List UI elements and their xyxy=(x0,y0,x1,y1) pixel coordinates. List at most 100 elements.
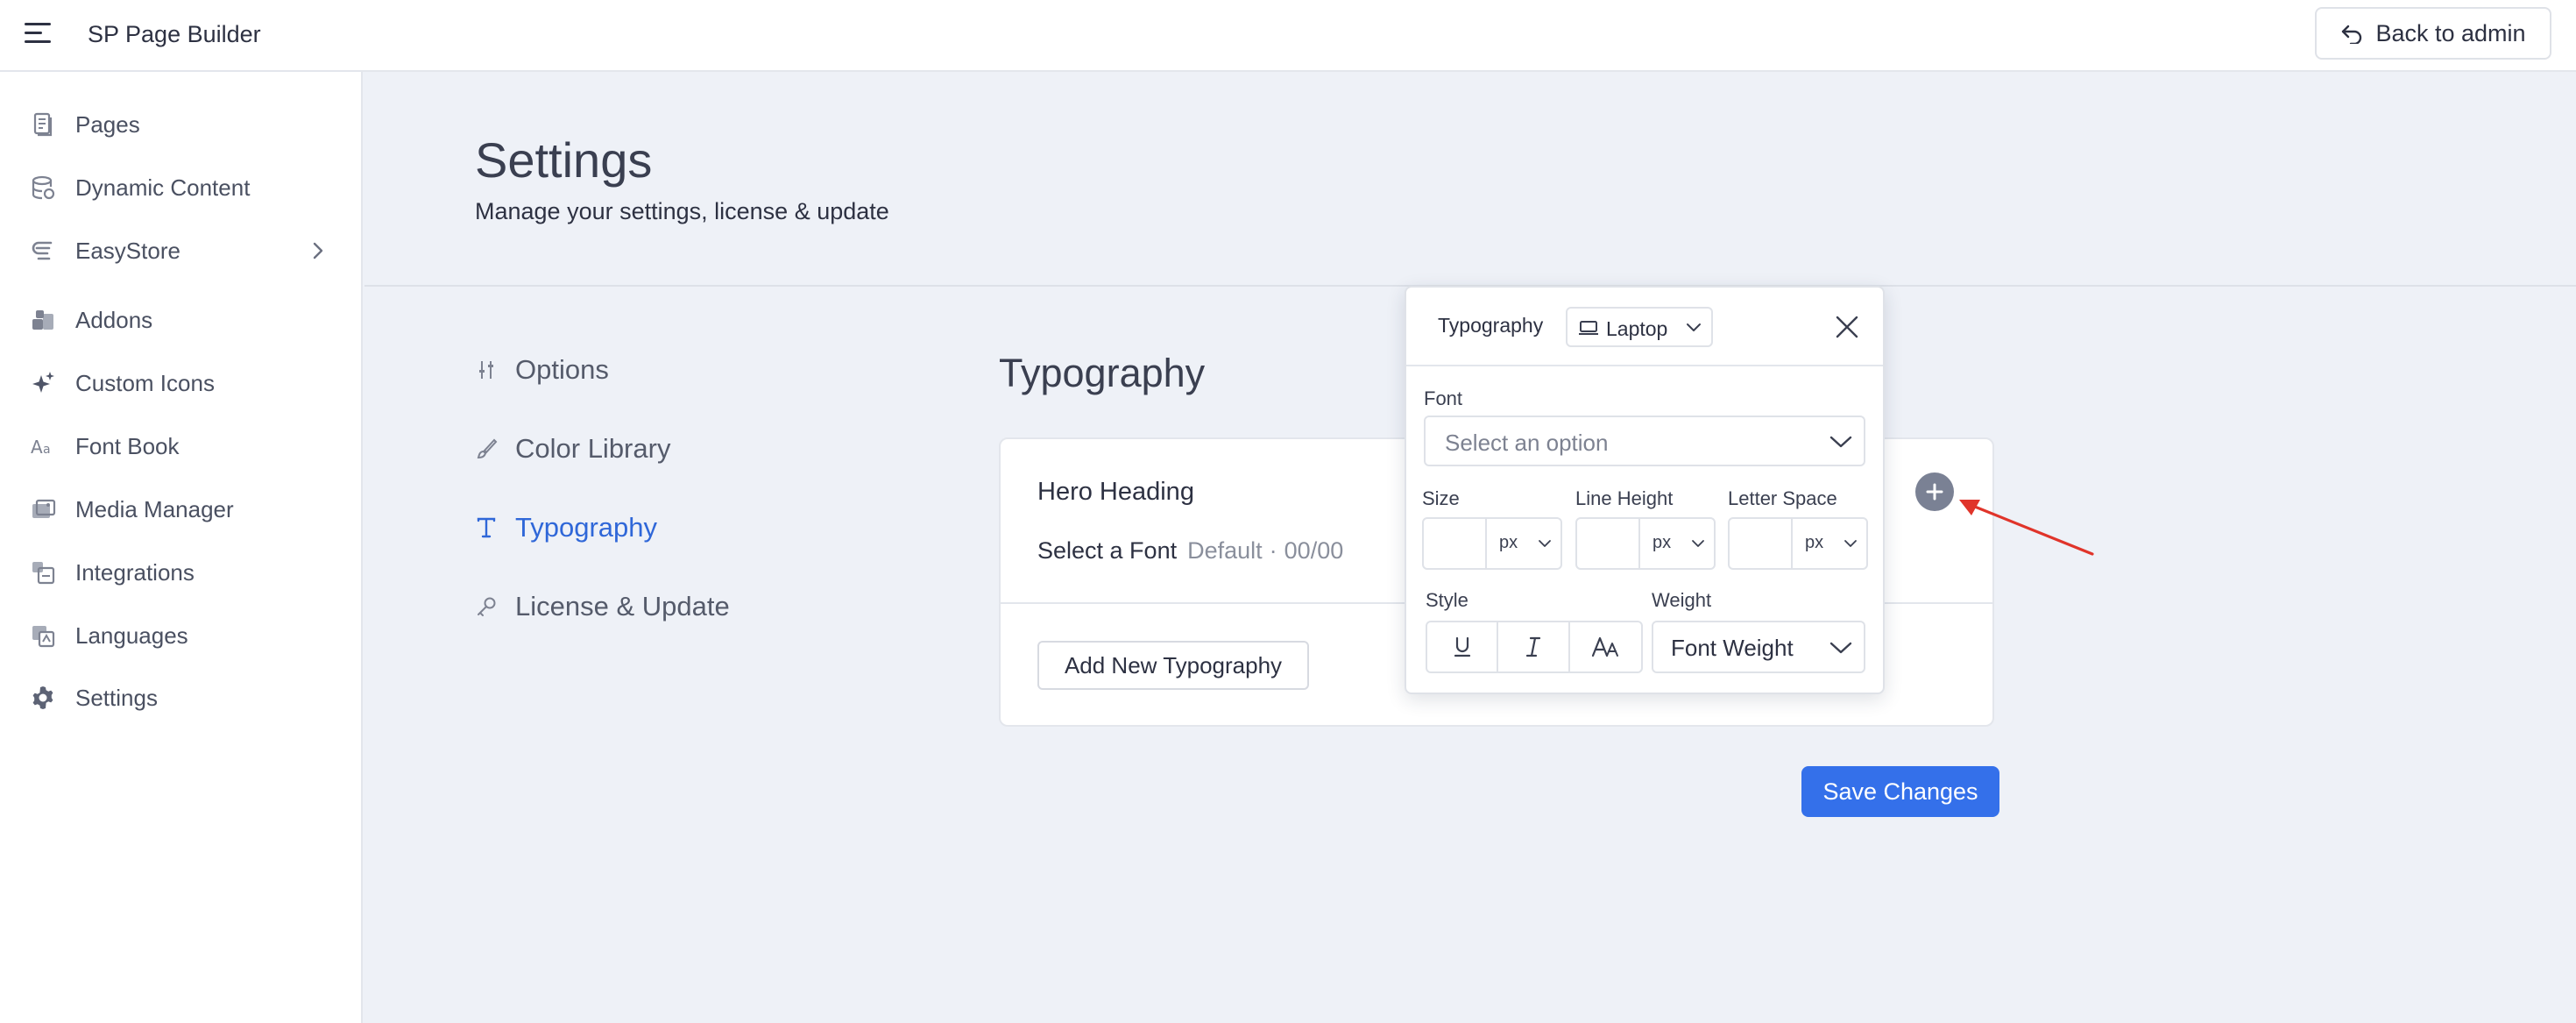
font-select[interactable]: Select an option xyxy=(1424,416,1865,466)
sidebar-item-custom-icons[interactable]: Custom Icons xyxy=(0,357,363,409)
chevron-down-icon xyxy=(1844,540,1857,547)
font-weight-select[interactable]: Font Weight xyxy=(1652,621,1865,673)
sidebar-item-label: Languages xyxy=(75,622,188,649)
add-typography-plus-button[interactable] xyxy=(1915,472,1954,511)
typography-entry-name: Hero Heading xyxy=(1037,478,1194,506)
sidebar-item-addons[interactable]: Addons xyxy=(0,294,363,346)
sidebar-item-integrations[interactable]: Integrations xyxy=(0,546,363,599)
sidebar-item-dynamic-content[interactable]: Dynamic Content xyxy=(0,161,363,214)
size-unit[interactable]: px xyxy=(1499,533,1518,553)
font-select-placeholder: Select an option xyxy=(1445,430,1609,456)
brush-icon xyxy=(477,438,498,459)
sidebar-item-media-manager[interactable]: Media Manager xyxy=(0,483,363,536)
sidebar-item-label: Settings xyxy=(75,684,158,711)
device-select[interactable]: Laptop xyxy=(1566,307,1713,347)
letter-space-label: Letter Space xyxy=(1728,487,1837,509)
settings-nav-label: Options xyxy=(515,354,609,385)
font-weight-value: Font Weight xyxy=(1671,635,1794,661)
underline-button[interactable] xyxy=(1427,622,1499,671)
line-height-unit[interactable]: px xyxy=(1652,533,1671,553)
style-button-group xyxy=(1426,621,1643,673)
line-height-input[interactable] xyxy=(1577,519,1640,568)
settings-nav-label: Typography xyxy=(515,512,657,543)
easystore-icon xyxy=(32,241,53,260)
separator-dot: · xyxy=(1269,537,1277,564)
integrations-icon xyxy=(32,562,55,585)
weight-label: Weight xyxy=(1652,589,1712,611)
chevron-down-icon xyxy=(1539,540,1551,547)
settings-nav-options[interactable]: Options xyxy=(475,348,609,392)
svg-text:a: a xyxy=(43,443,51,457)
style-label: Style xyxy=(1426,589,1468,611)
chevron-down-icon xyxy=(1829,436,1852,448)
font-select-label: Select a Font xyxy=(1037,537,1178,564)
database-icon xyxy=(32,175,55,200)
key-icon xyxy=(478,597,496,616)
typography-entry-font[interactable]: Select a Font Default · 00/00 xyxy=(1037,537,1343,565)
menu-icon[interactable] xyxy=(25,21,51,46)
letter-space-input-group: px xyxy=(1728,517,1868,570)
typography-icon xyxy=(477,517,496,538)
gear-icon xyxy=(32,686,53,709)
italic-button[interactable] xyxy=(1498,622,1570,671)
popover-divider xyxy=(1406,365,1883,366)
size-label: Size xyxy=(1422,487,1460,509)
letter-space-unit[interactable]: px xyxy=(1805,533,1823,553)
page-subtitle: Manage your settings, license & update xyxy=(475,198,889,224)
back-to-admin-button[interactable]: Back to admin xyxy=(2315,7,2551,60)
chevron-right-icon xyxy=(313,242,323,259)
settings-nav-license-update[interactable]: License & Update xyxy=(475,585,730,629)
settings-nav-label: Color Library xyxy=(515,433,671,464)
size-input-group: px xyxy=(1422,517,1562,570)
sparkle-icon xyxy=(32,372,54,393)
sidebar-item-label: Font Book xyxy=(75,432,180,459)
back-to-admin-label: Back to admin xyxy=(2375,19,2526,46)
sidebar-item-label: Custom Icons xyxy=(75,369,215,396)
settings-nav-label: License & Update xyxy=(515,591,730,622)
text-transform-button[interactable] xyxy=(1570,622,1641,671)
close-icon[interactable] xyxy=(1834,314,1860,340)
sidebar-item-label: Dynamic Content xyxy=(75,174,251,201)
media-icon xyxy=(32,499,56,518)
underline-icon xyxy=(1454,636,1470,657)
chevron-down-icon xyxy=(1687,323,1701,331)
popover-title: Typography xyxy=(1438,314,1544,337)
sidebar-item-settings[interactable]: Settings xyxy=(0,671,363,724)
laptop-icon xyxy=(1579,321,1598,335)
sidebar-item-pages[interactable]: Pages xyxy=(0,98,363,151)
back-arrow-icon xyxy=(2342,25,2362,44)
sidebar-item-label: EasyStore xyxy=(75,237,180,264)
sidebar-item-languages[interactable]: Languages xyxy=(0,609,363,662)
typography-section-title: Typography xyxy=(999,351,1206,395)
sidebar-item-label: Media Manager xyxy=(75,495,234,522)
font-icon: A a xyxy=(31,437,51,458)
add-new-typography-button[interactable]: Add New Typography xyxy=(1037,641,1309,690)
sidebar: Pages Dynamic Content EasyStore Addons C… xyxy=(0,72,363,1023)
settings-nav-color-library[interactable]: Color Library xyxy=(475,427,670,471)
letter-space-input[interactable] xyxy=(1730,519,1793,568)
sidebar-item-easystore[interactable]: EasyStore xyxy=(0,224,363,277)
device-select-value: Laptop xyxy=(1606,317,1668,340)
chevron-down-icon xyxy=(1692,540,1704,547)
sidebar-item-font-book[interactable]: A a Font Book xyxy=(0,420,363,472)
sliders-icon xyxy=(479,361,493,379)
typography-popover: Typography Laptop Font Select an option … xyxy=(1405,286,1885,694)
save-changes-button[interactable]: Save Changes xyxy=(1801,766,1999,817)
font-size-info: 00/00 xyxy=(1284,537,1344,564)
languages-icon xyxy=(32,626,55,648)
italic-icon xyxy=(1525,636,1541,657)
addons-icon xyxy=(32,310,53,330)
sidebar-item-label: Addons xyxy=(75,306,153,333)
chevron-down-icon xyxy=(1829,642,1852,654)
size-input[interactable] xyxy=(1424,519,1487,568)
page-title: Settings xyxy=(475,132,653,188)
line-height-input-group: px xyxy=(1575,517,1716,570)
annotation-arrow xyxy=(1959,500,2094,556)
svg-text:A: A xyxy=(31,437,43,458)
app-brand: SP Page Builder xyxy=(88,21,261,47)
settings-nav-typography[interactable]: Typography xyxy=(475,506,657,550)
sidebar-item-label: Integrations xyxy=(75,558,195,586)
top-bar: SP Page Builder Back to admin xyxy=(0,0,2576,72)
sidebar-item-label: Pages xyxy=(75,110,140,138)
plus-icon xyxy=(1926,483,1943,501)
